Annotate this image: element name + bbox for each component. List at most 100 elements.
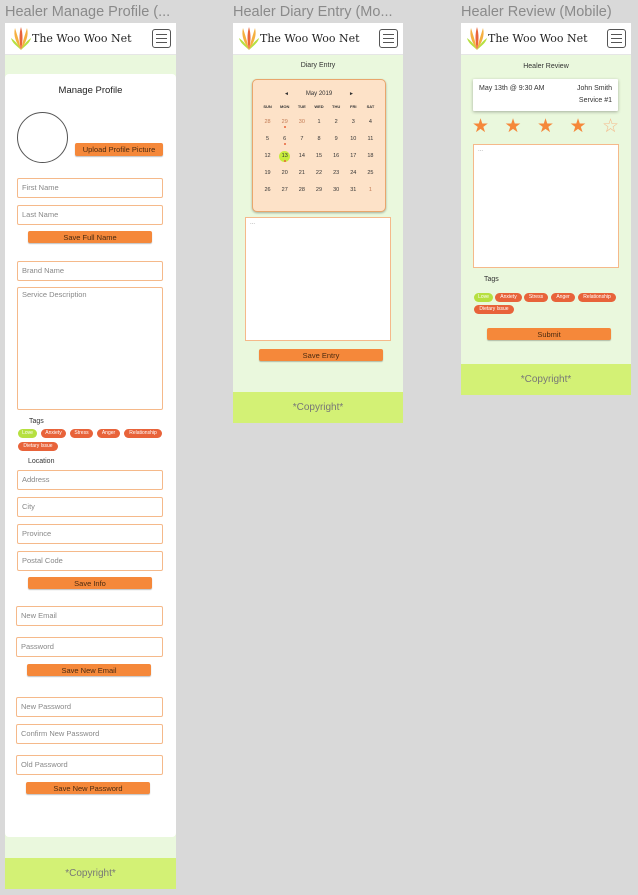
star-filled-icon[interactable]: ★ [537, 117, 554, 136]
avatar[interactable] [17, 112, 68, 163]
save-entry-button[interactable]: Save Entry [259, 349, 383, 361]
review-screen: The Woo Woo Net Healer Review May 13th @… [461, 23, 631, 395]
calendar-day[interactable]: 11 [362, 132, 379, 149]
last-name-field[interactable]: Last Name [17, 205, 163, 225]
city-field[interactable]: City [17, 497, 163, 517]
tag-anxiety[interactable]: Anxiety [41, 429, 66, 438]
calendar-day[interactable]: 10 [345, 132, 362, 149]
calendar-day[interactable]: 20 [276, 166, 293, 183]
hamburger-menu-icon[interactable] [379, 29, 398, 48]
star-filled-icon[interactable]: ★ [505, 117, 522, 136]
calendar-day[interactable]: 22 [310, 166, 327, 183]
calendar-day[interactable]: 7 [293, 132, 310, 149]
calendar-day[interactable]: 15 [310, 149, 327, 166]
lotus-logo-icon[interactable] [10, 26, 32, 51]
calendar-day[interactable]: 8 [310, 132, 327, 149]
calendar-day[interactable]: 2 [328, 115, 345, 132]
calendar-day[interactable]: 26 [259, 183, 276, 200]
hamburger-menu-icon[interactable] [607, 29, 626, 48]
tag-stress[interactable]: Stress [70, 429, 93, 438]
navbar: The Woo Woo Net [5, 23, 176, 55]
calendar-day[interactable]: 29 [276, 115, 293, 132]
tag-stress[interactable]: Stress [524, 293, 548, 302]
client-name: John Smith [576, 85, 612, 92]
calendar-day-number: 29 [315, 187, 323, 193]
tag-anger[interactable]: Anger [551, 293, 575, 302]
tag-dietary-issue[interactable]: Dietary Issue [474, 305, 514, 314]
new-email-field[interactable]: New Email [16, 606, 163, 626]
save-new-password-button[interactable]: Save New Password [26, 782, 150, 794]
calendar-day[interactable]: 1 [310, 115, 327, 132]
tag-relationship[interactable]: Relationship [578, 293, 616, 302]
hamburger-menu-icon[interactable] [152, 29, 171, 48]
calendar-day[interactable]: 24 [345, 166, 362, 183]
calendar-day[interactable]: 17 [345, 149, 362, 166]
calendar-day[interactable]: 1 [362, 183, 379, 200]
calendar-day[interactable]: 3 [345, 115, 362, 132]
calendar-day[interactable]: 28 [259, 115, 276, 132]
calendar-day-number: 19 [264, 170, 271, 176]
calendar-day[interactable]: 16 [328, 149, 345, 166]
review-textarea[interactable]: ... [473, 144, 619, 268]
diary-entry-textarea[interactable]: ... [245, 217, 391, 341]
calendar-day-number: 30 [298, 119, 305, 125]
brand-name-field[interactable]: Brand Name [17, 261, 163, 281]
calendar-day[interactable]: 27 [276, 183, 293, 200]
calendar-day[interactable]: 6 [276, 132, 293, 149]
first-name-field[interactable]: First Name [17, 178, 163, 198]
password-field[interactable]: Password [16, 637, 163, 657]
tag-anxiety[interactable]: Anxiety [495, 293, 522, 302]
calendar-day[interactable]: 19 [259, 166, 276, 183]
new-password-field[interactable]: New Password [16, 697, 163, 717]
calendar-day[interactable]: 21 [293, 166, 310, 183]
calendar-day-number: 28 [298, 187, 305, 193]
calendar-day-number: 30 [333, 187, 340, 193]
calendar-day-number: 5 [266, 136, 270, 142]
calendar-day-selected[interactable]: 13 [276, 149, 293, 166]
submit-review-button[interactable]: Submit [487, 328, 611, 340]
tag-anger[interactable]: Anger [97, 429, 120, 438]
profile-card: Manage Profile Upload Profile Picture Fi… [5, 74, 176, 837]
lotus-logo-icon[interactable] [238, 26, 260, 51]
calendar-day[interactable]: 14 [293, 149, 310, 166]
calendar-day[interactable]: 25 [362, 166, 379, 183]
tag-love[interactable]: Love [474, 293, 493, 302]
save-new-email-button[interactable]: Save New Email [27, 664, 151, 676]
calendar-grid: SUN MON TUE WED THU FRI SAT 28 29 30 1 2 3 4 5 6 7 8 9 10 11… [259, 104, 379, 200]
save-full-name-button[interactable]: Save Full Name [28, 231, 152, 243]
address-field[interactable]: Address [17, 470, 163, 490]
calendar-day[interactable]: 9 [328, 132, 345, 149]
calendar-day[interactable]: 29 [310, 183, 327, 200]
calendar-day[interactable]: 30 [328, 183, 345, 200]
lotus-logo-icon[interactable] [466, 26, 488, 51]
calendar-day[interactable]: 30 [293, 115, 310, 132]
tag-dietary-issue[interactable]: Dietary Issue [18, 442, 58, 451]
diary-entry-screen: The Woo Woo Net Diary Entry ◄ May 2019 ►… [233, 23, 403, 423]
postal-code-field[interactable]: Postal Code [17, 551, 163, 571]
province-field[interactable]: Province [17, 524, 163, 544]
calendar-day[interactable]: 18 [362, 149, 379, 166]
calendar-day-number: 17 [350, 153, 357, 159]
next-month-arrow-icon[interactable]: ► [349, 91, 354, 97]
calendar-day-number: 4 [368, 119, 372, 125]
tag-love[interactable]: Love [18, 429, 37, 438]
upload-picture-button[interactable]: Upload Profile Picture [75, 143, 163, 156]
calendar-day[interactable]: 5 [259, 132, 276, 149]
star-filled-icon[interactable]: ★ [570, 117, 587, 136]
confirm-password-field[interactable]: Confirm New Password [16, 724, 163, 744]
calendar-day-number: 31 [350, 187, 357, 193]
calendar-day-number: 11 [367, 136, 374, 142]
calendar-day[interactable]: 4 [362, 115, 379, 132]
calendar-day[interactable]: 12 [259, 149, 276, 166]
service-description-field[interactable]: Service Description [17, 287, 163, 410]
calendar-day-number: 24 [350, 170, 357, 176]
calendar-day-number: 1 [317, 119, 321, 125]
old-password-field[interactable]: Old Password [16, 755, 163, 775]
calendar-day[interactable]: 23 [328, 166, 345, 183]
star-filled-icon[interactable]: ★ [472, 117, 489, 136]
calendar-day[interactable]: 31 [345, 183, 362, 200]
calendar-day[interactable]: 28 [293, 183, 310, 200]
tag-relationship[interactable]: Relationship [124, 429, 162, 438]
save-info-button[interactable]: Save Info [28, 577, 152, 589]
star-empty-icon[interactable]: ☆ [602, 117, 619, 136]
